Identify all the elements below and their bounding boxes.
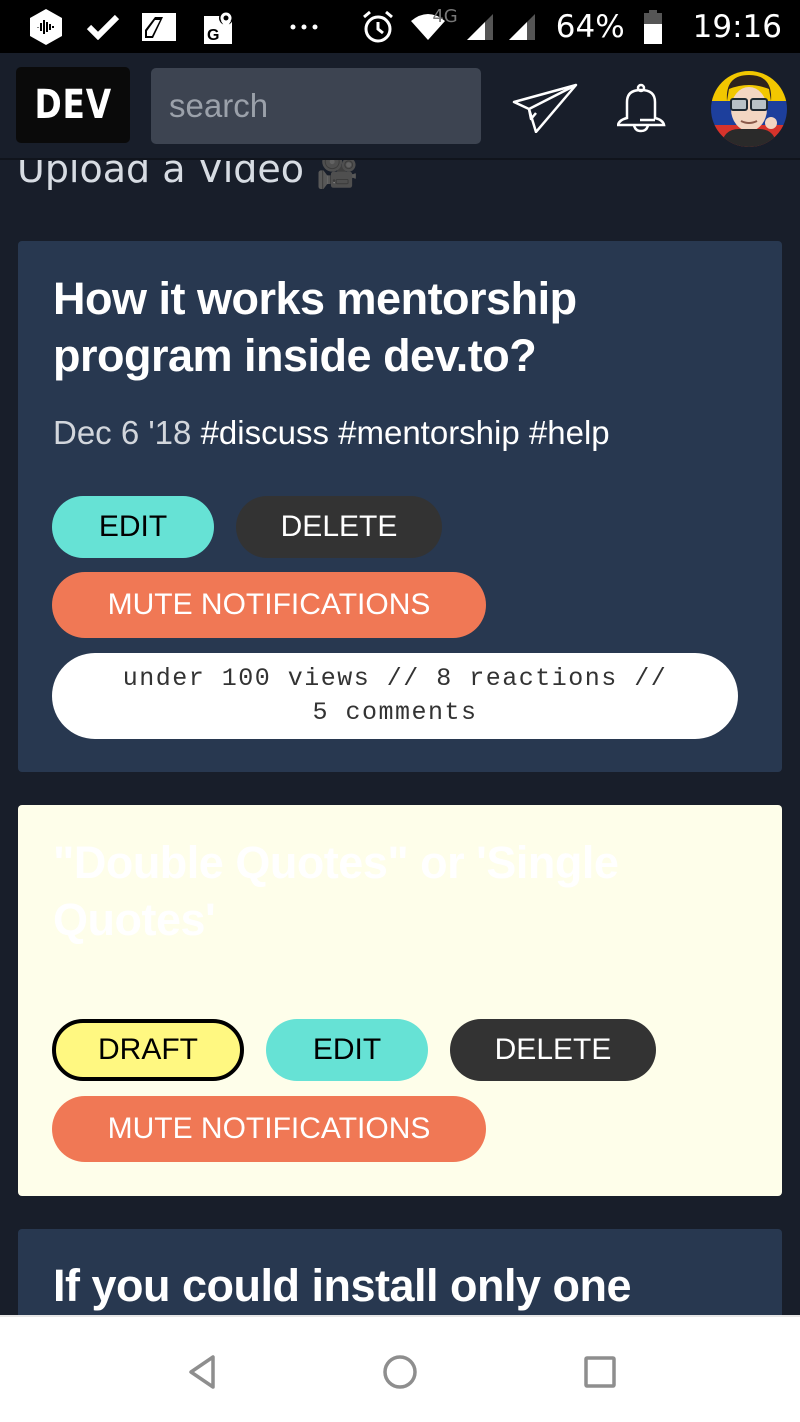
check-icon <box>78 14 128 40</box>
more-notifications-icon <box>274 23 334 31</box>
android-nav-bar <box>0 1315 800 1422</box>
dev-logo[interactable]: DEV <box>16 67 130 143</box>
delete-button[interactable]: DELETE <box>450 1019 656 1081</box>
draft-badge: DRAFT <box>52 1019 244 1081</box>
article-title[interactable]: "Double Quotes" or 'Single Quotes' <box>53 834 619 948</box>
mute-notifications-button[interactable]: MUTE NOTIFICATIONS <box>52 1096 486 1162</box>
screenshot-icon <box>134 12 184 42</box>
article-meta: Dec 6 '18 #discuss #mentorship #help <box>53 414 610 452</box>
article-stats: under 100 views // 8 reactions // 5 comm… <box>52 653 738 739</box>
status-bar: G 4G 64% 19:16 <box>0 0 800 53</box>
edit-button[interactable]: EDIT <box>266 1019 428 1081</box>
back-icon[interactable] <box>180 1350 224 1394</box>
castbox-icon <box>24 8 68 46</box>
article-tags[interactable]: #discuss #mentorship #help <box>201 414 610 451</box>
article-date: Dec 6 '18 <box>53 414 192 451</box>
google-maps-icon: G <box>194 10 244 44</box>
signal-icon <box>462 12 498 42</box>
send-icon[interactable] <box>510 78 580 138</box>
alarm-icon <box>358 10 398 44</box>
signal-icon-2 <box>504 12 540 42</box>
bell-icon[interactable] <box>612 75 672 141</box>
article-card: How it works mentorship program inside d… <box>18 241 782 772</box>
svg-text:G: G <box>207 27 219 44</box>
draft-article-card: "Double Quotes" or 'Single Quotes' DRAFT… <box>18 805 782 1196</box>
article-title[interactable]: If you could install only one <box>53 1257 632 1314</box>
home-icon[interactable] <box>378 1350 422 1394</box>
article-title[interactable]: How it works mentorship program inside d… <box>53 270 577 384</box>
search-input[interactable] <box>151 68 481 144</box>
battery-percent: 64% <box>555 8 625 45</box>
avatar[interactable] <box>711 71 787 147</box>
network-type: 4G <box>432 6 458 27</box>
mute-notifications-button[interactable]: MUTE NOTIFICATIONS <box>52 572 486 638</box>
recents-icon[interactable] <box>578 1350 622 1394</box>
delete-button[interactable]: DELETE <box>236 496 442 558</box>
top-nav: DEV <box>0 53 800 160</box>
battery-icon <box>635 9 671 44</box>
clock: 19:16 <box>692 8 782 45</box>
edit-button[interactable]: EDIT <box>52 496 214 558</box>
